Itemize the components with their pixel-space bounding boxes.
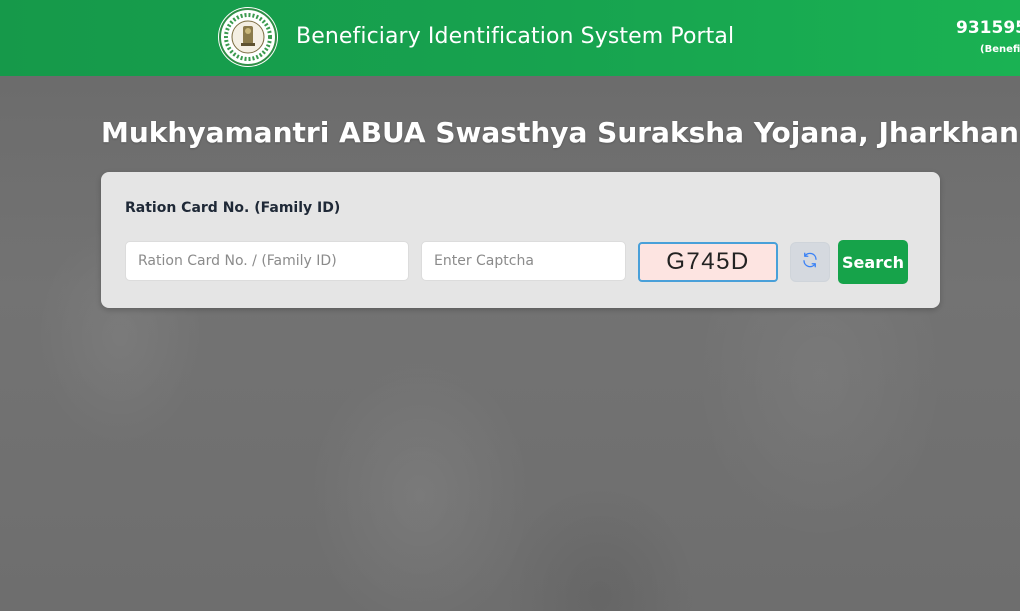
helpline-caption: (Benefi [980,44,1020,55]
jharkhand-emblem-icon [218,7,278,67]
refresh-captcha-button[interactable] [790,242,830,282]
ration-card-input[interactable] [125,241,409,281]
helpline-number: 931595 [956,18,1020,38]
ration-card-label: Ration Card No. (Family ID) [125,200,341,216]
background-photo [0,76,1020,611]
search-button[interactable]: Search [838,240,908,284]
top-header: Beneficiary Identification System Portal… [0,0,1020,76]
portal-title: Beneficiary Identification System Portal [296,24,735,49]
refresh-icon [801,251,819,273]
captcha-image: G745D [638,242,778,282]
scheme-title: Mukhyamantri ABUA Swasthya Suraksha Yoja… [101,116,1020,149]
search-card: Ration Card No. (Family ID) G745D Search [101,172,940,308]
captcha-input[interactable] [421,241,626,281]
